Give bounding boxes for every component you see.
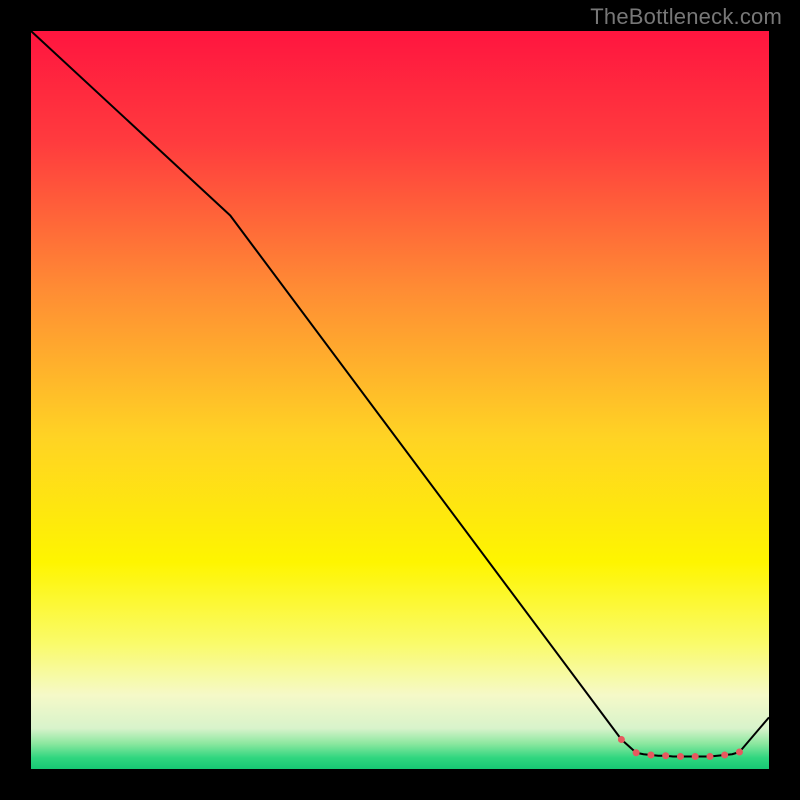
data-marker — [706, 753, 713, 760]
chart-frame: TheBottleneck.com — [0, 0, 800, 800]
data-marker — [633, 749, 640, 756]
data-marker — [647, 751, 654, 758]
data-marker — [692, 753, 699, 760]
series-line — [31, 31, 769, 756]
chart-svg — [31, 31, 769, 769]
data-marker — [618, 736, 625, 743]
watermark-text: TheBottleneck.com — [590, 4, 782, 30]
plot-area — [31, 31, 769, 769]
markers-group — [618, 736, 743, 760]
data-marker — [736, 749, 743, 756]
data-marker — [721, 751, 728, 758]
data-marker — [677, 753, 684, 760]
data-marker — [662, 752, 669, 759]
series-group — [31, 31, 769, 756]
